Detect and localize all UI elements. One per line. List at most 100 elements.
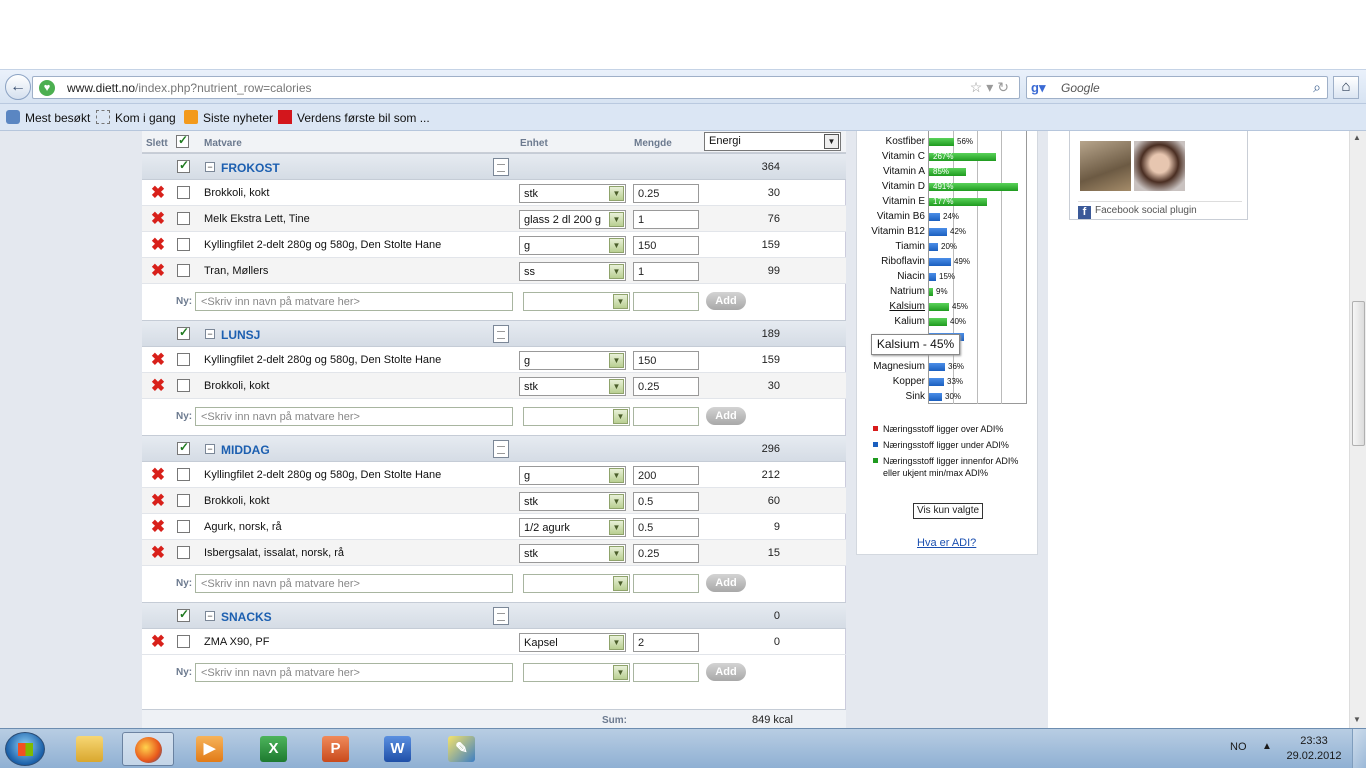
taskbar-paint[interactable]: ✎ xyxy=(436,732,488,766)
unit-select[interactable]: Kapsel ▼ xyxy=(519,633,626,652)
unit-select[interactable]: 1/2 agurk ▼ xyxy=(519,518,626,537)
collapse-icon[interactable]: − xyxy=(205,329,215,339)
unit-select[interactable]: g ▼ xyxy=(519,466,626,485)
delete-icon[interactable]: ✖ xyxy=(150,466,166,483)
taskbar-powerpoint[interactable]: P xyxy=(310,732,362,766)
meal-checkbox[interactable] xyxy=(177,440,190,455)
unit-select[interactable]: stk ▼ xyxy=(519,544,626,563)
meal-title[interactable]: MIDDAG xyxy=(221,443,270,457)
add-button[interactable]: Add xyxy=(706,574,746,592)
quantity-input[interactable]: 0.5 xyxy=(633,492,699,511)
meal-checkbox[interactable] xyxy=(177,325,190,340)
new-quantity-input[interactable] xyxy=(633,663,699,682)
start-button[interactable] xyxy=(5,732,45,766)
quantity-input[interactable]: 1 xyxy=(633,262,699,281)
meal-title[interactable]: FROKOST xyxy=(221,161,280,175)
add-button[interactable]: Add xyxy=(706,663,746,681)
taskbar-word[interactable]: W xyxy=(372,732,424,766)
new-quantity-input[interactable] xyxy=(633,292,699,311)
page-scrollbar[interactable]: ▲ ▼ xyxy=(1349,131,1366,728)
nutrient-bar[interactable] xyxy=(929,318,947,326)
url-bar[interactable]: ♥ www.diett.no/index.php?nutrient_row=ca… xyxy=(32,76,1020,99)
search-bar[interactable]: g▾ Google ⌕ xyxy=(1026,76,1328,99)
quantity-input[interactable]: 0.25 xyxy=(633,184,699,203)
nutrient-select[interactable]: Energi ▼ xyxy=(704,132,841,151)
delete-icon[interactable]: ✖ xyxy=(150,492,166,509)
new-unit-select[interactable]: ▼ xyxy=(523,663,630,682)
nutrient-bar[interactable] xyxy=(929,363,945,371)
row-checkbox[interactable] xyxy=(177,212,190,225)
bookmark-getting-started[interactable]: Kom i gang xyxy=(96,110,176,125)
new-quantity-input[interactable] xyxy=(633,407,699,426)
nutrient-bar[interactable] xyxy=(929,378,944,386)
row-checkbox[interactable] xyxy=(177,520,190,533)
nutrient-bar[interactable] xyxy=(929,243,938,251)
nutrient-bar[interactable] xyxy=(929,213,940,221)
show-selected-button[interactable]: Vis kun valgte xyxy=(913,503,983,519)
add-button[interactable]: Add xyxy=(706,292,746,310)
taskbar-excel[interactable]: X xyxy=(248,732,300,766)
quantity-input[interactable]: 0.25 xyxy=(633,377,699,396)
new-food-input[interactable]: <Skriv inn navn på matvare her> xyxy=(195,574,513,593)
unit-select[interactable]: g ▼ xyxy=(519,351,626,370)
document-icon[interactable] xyxy=(493,607,509,625)
new-unit-select[interactable]: ▼ xyxy=(523,292,630,311)
taskbar-media[interactable]: ▶ xyxy=(184,732,236,766)
select-all-checkbox[interactable] xyxy=(176,133,189,148)
nutrient-label[interactable]: Kalsium xyxy=(889,301,925,312)
new-unit-select[interactable]: ▼ xyxy=(523,407,630,426)
delete-icon[interactable]: ✖ xyxy=(150,236,166,253)
collapse-icon[interactable]: − xyxy=(205,611,215,621)
bookmark-latest-news[interactable]: Siste nyheter xyxy=(184,110,273,125)
taskbar-explorer[interactable] xyxy=(64,732,116,766)
back-button[interactable]: ← xyxy=(5,74,31,100)
delete-icon[interactable]: ✖ xyxy=(150,633,166,650)
quantity-input[interactable]: 150 xyxy=(633,236,699,255)
google-engine-icon[interactable]: g▾ xyxy=(1031,80,1047,96)
collapse-icon[interactable]: − xyxy=(205,444,215,454)
unit-select[interactable]: ss ▼ xyxy=(519,262,626,281)
new-food-input[interactable]: <Skriv inn navn på matvare her> xyxy=(195,407,513,426)
meal-checkbox[interactable] xyxy=(177,158,190,173)
meal-title[interactable]: LUNSJ xyxy=(221,328,260,342)
document-icon[interactable] xyxy=(493,158,509,176)
unit-select[interactable]: stk ▼ xyxy=(519,492,626,511)
delete-icon[interactable]: ✖ xyxy=(150,544,166,561)
row-checkbox[interactable] xyxy=(177,379,190,392)
row-checkbox[interactable] xyxy=(177,468,190,481)
nutrient-bar[interactable] xyxy=(929,138,954,146)
delete-icon[interactable]: ✖ xyxy=(150,184,166,201)
quantity-input[interactable]: 0.25 xyxy=(633,544,699,563)
scroll-down-icon[interactable]: ▼ xyxy=(1353,715,1361,724)
quantity-input[interactable]: 1 xyxy=(633,210,699,229)
delete-icon[interactable]: ✖ xyxy=(150,262,166,279)
show-desktop-button[interactable] xyxy=(1352,729,1366,768)
row-checkbox[interactable] xyxy=(177,353,190,366)
unit-select[interactable]: g ▼ xyxy=(519,236,626,255)
unit-select[interactable]: glass 2 dl 200 g ▼ xyxy=(519,210,626,229)
nutrient-bar[interactable] xyxy=(929,393,942,401)
new-unit-select[interactable]: ▼ xyxy=(523,574,630,593)
new-food-input[interactable]: <Skriv inn navn på matvare her> xyxy=(195,292,513,311)
quantity-input[interactable]: 2 xyxy=(633,633,699,652)
bookmark-db[interactable]: Verdens første bil som ... xyxy=(278,110,430,125)
nutrient-bar[interactable] xyxy=(929,228,947,236)
document-icon[interactable] xyxy=(493,325,509,343)
quantity-input[interactable]: 0.5 xyxy=(633,518,699,537)
row-checkbox[interactable] xyxy=(177,238,190,251)
delete-icon[interactable]: ✖ xyxy=(150,351,166,368)
home-button[interactable]: ⌂ xyxy=(1333,76,1359,99)
bookmark-most-visited[interactable]: Mest besøkt xyxy=(6,110,90,125)
row-checkbox[interactable] xyxy=(177,635,190,648)
nutrient-bar[interactable] xyxy=(929,288,933,296)
new-quantity-input[interactable] xyxy=(633,574,699,593)
delete-icon[interactable]: ✖ xyxy=(150,518,166,535)
row-checkbox[interactable] xyxy=(177,494,190,507)
nutrient-bar[interactable] xyxy=(929,258,951,266)
scrollbar-thumb[interactable] xyxy=(1352,301,1365,446)
tray-expand-icon[interactable]: ▲ xyxy=(1262,741,1272,752)
scroll-up-icon[interactable]: ▲ xyxy=(1353,133,1361,142)
unit-select[interactable]: stk ▼ xyxy=(519,184,626,203)
nutrient-bar[interactable] xyxy=(929,273,936,281)
delete-icon[interactable]: ✖ xyxy=(150,377,166,394)
